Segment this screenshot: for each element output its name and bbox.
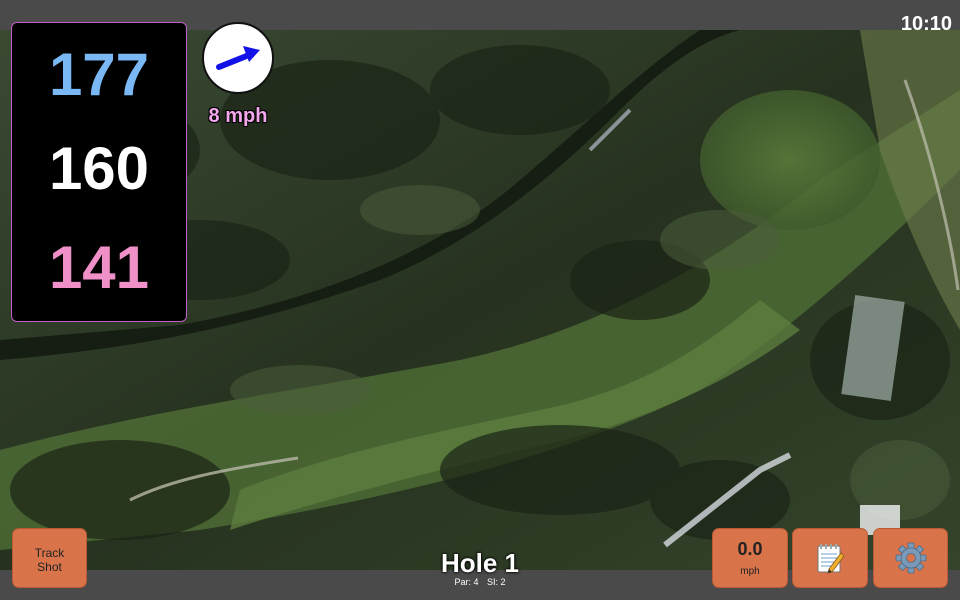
speed-unit: mph bbox=[740, 566, 760, 577]
track-shot-label-line2: Shot bbox=[37, 560, 62, 574]
speed-button[interactable]: 0.0 mph bbox=[712, 528, 788, 588]
settings-button[interactable] bbox=[873, 528, 948, 588]
distance-front: 141 bbox=[48, 234, 150, 301]
hole-stroke-index: SI: 2 bbox=[487, 577, 506, 587]
wind-speed: 8 mph bbox=[208, 105, 268, 127]
golf-gps-screen: 10:10 177 160 141 8 mph Track Shot Hole … bbox=[0, 0, 960, 600]
hole-info: Hole 1 Par: 4 SI: 2 bbox=[400, 550, 560, 587]
speed-value: 0.0 bbox=[737, 539, 763, 559]
distance-back: 177 bbox=[48, 41, 150, 108]
hole-par: Par: 4 bbox=[454, 577, 479, 587]
arrow-up-right-icon bbox=[216, 46, 260, 70]
hole-title: Hole 1 bbox=[440, 548, 520, 578]
hole-details: Par: 4 SI: 2 bbox=[400, 578, 560, 587]
track-shot-button[interactable]: Track Shot bbox=[12, 528, 87, 588]
notes-button[interactable] bbox=[792, 528, 868, 588]
wind-direction-dial bbox=[202, 22, 274, 94]
track-shot-label-line1: Track bbox=[34, 546, 65, 560]
gear-icon bbox=[895, 542, 926, 574]
notepad-icon bbox=[817, 544, 845, 574]
distance-panel: 177 160 141 bbox=[11, 22, 187, 322]
distance-middle: 160 bbox=[48, 135, 150, 202]
